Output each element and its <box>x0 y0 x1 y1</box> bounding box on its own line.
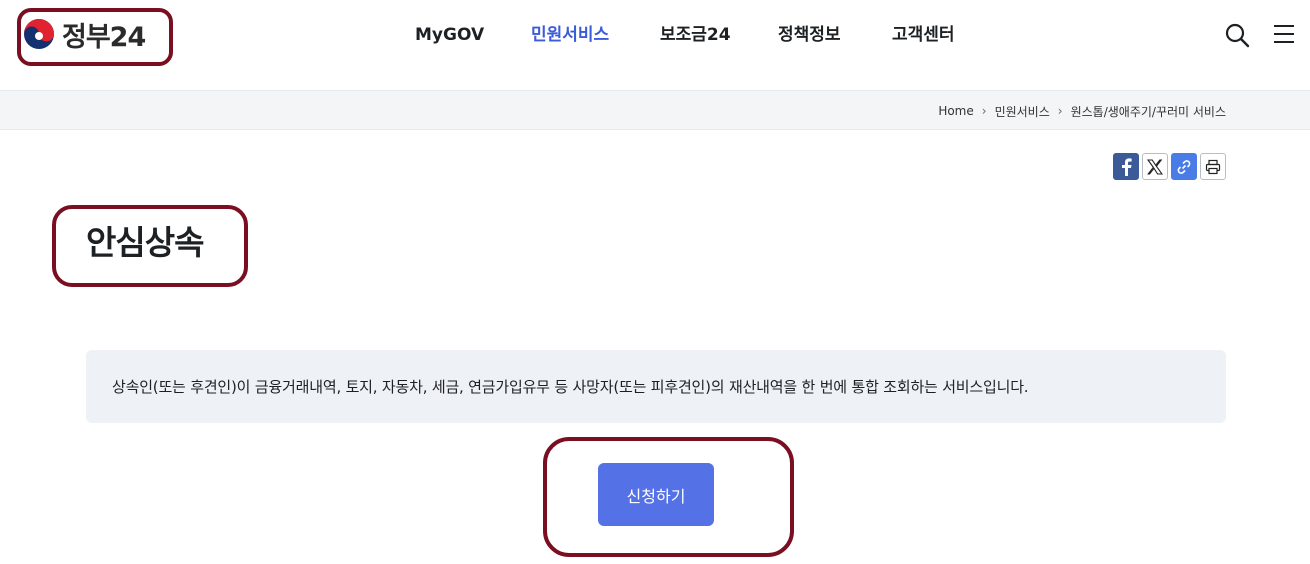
page-title: 안심상속 <box>86 223 204 262</box>
nav-item-civil-service[interactable]: 민원서비스 <box>531 20 609 50</box>
nav-item-customer-center[interactable]: 고객센터 <box>892 20 955 50</box>
logo-text: 정부24 <box>62 21 146 53</box>
taegeuk-logo-icon <box>24 19 54 49</box>
breadcrumb-home[interactable]: Home <box>938 104 973 118</box>
breadcrumb-separator: › <box>981 104 987 118</box>
nav-item-mygov[interactable]: MyGOV <box>415 20 484 50</box>
breadcrumb-onestop-service[interactable]: 원스톱/생애주기/꾸러미 서비스 <box>1071 103 1226 120</box>
print-button[interactable] <box>1200 153 1226 180</box>
share-toolbar <box>1113 153 1226 180</box>
service-description-box: 상속인(또는 후견인)이 금융거래내역, 토지, 자동차, 세금, 연금가입유무… <box>86 350 1226 423</box>
x-share-button[interactable] <box>1142 153 1168 180</box>
breadcrumb: Home › 민원서비스 › 원스톱/생애주기/꾸러미 서비스 <box>938 91 1226 131</box>
nav-item-policy-info[interactable]: 정책정보 <box>778 20 841 50</box>
apply-button[interactable]: 신청하기 <box>598 463 714 526</box>
search-icon[interactable] <box>1224 22 1250 48</box>
logo[interactable]: 정부24 <box>22 14 146 54</box>
copy-link-button[interactable] <box>1171 153 1197 180</box>
facebook-icon <box>1122 157 1132 176</box>
site-header: 정부24 MyGOV 민원서비스 보조금24 정책정보 고객센터 <box>0 0 1310 90</box>
breadcrumb-separator: › <box>1057 104 1063 118</box>
print-icon <box>1205 159 1221 174</box>
breadcrumb-civil-service[interactable]: 민원서비스 <box>995 103 1050 120</box>
nav-item-subsidy24[interactable]: 보조금24 <box>660 20 731 50</box>
hamburger-menu-icon[interactable] <box>1272 22 1296 46</box>
facebook-share-button[interactable] <box>1113 153 1139 180</box>
breadcrumb-band: Home › 민원서비스 › 원스톱/생애주기/꾸러미 서비스 <box>0 90 1310 130</box>
x-twitter-icon <box>1147 158 1163 175</box>
service-description: 상속인(또는 후견인)이 금융거래내역, 토지, 자동차, 세금, 연금가입유무… <box>112 378 1029 396</box>
link-copy-icon <box>1177 159 1191 174</box>
